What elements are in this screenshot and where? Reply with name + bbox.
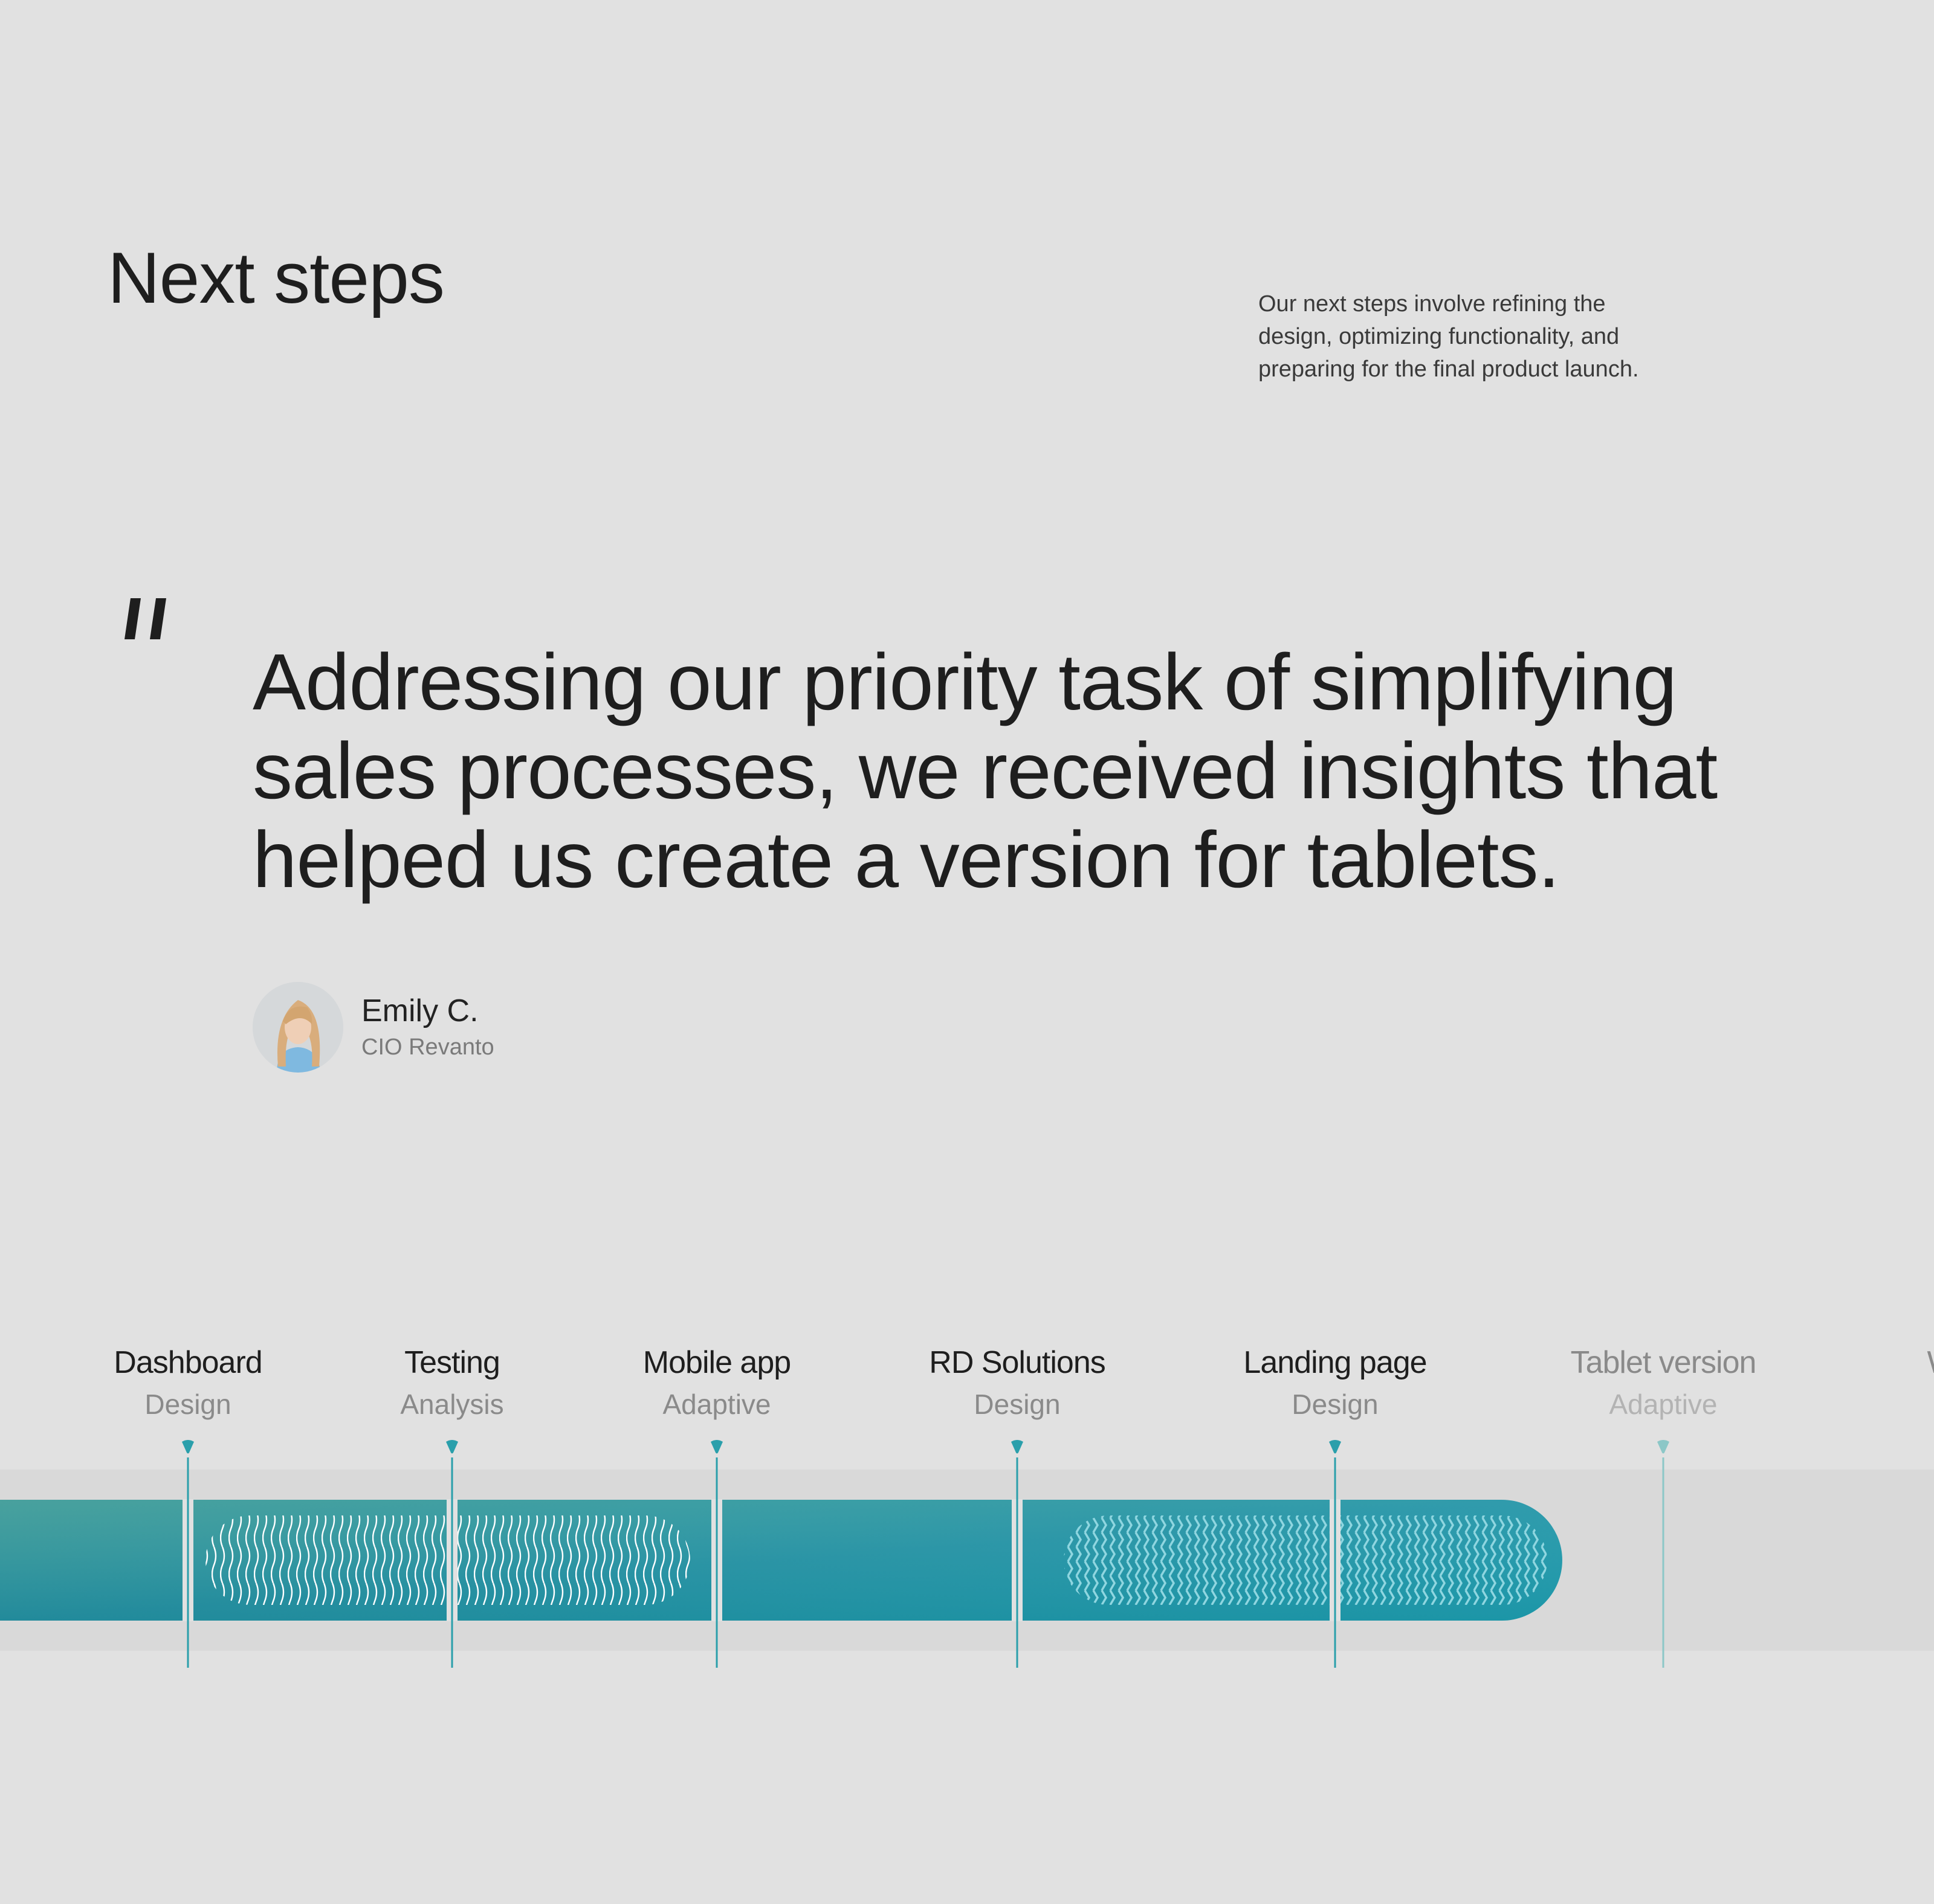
milestone-pin-icon — [1657, 1440, 1669, 1454]
quote-line: sales processes, we received insights th… — [253, 726, 1718, 815]
author-name: Emily C. — [361, 993, 479, 1028]
timeline — [0, 1440, 1934, 1668]
milestone-pin-icon — [1329, 1440, 1341, 1454]
milestone-pin-icon — [182, 1440, 194, 1454]
intro-line: design, optimizing functionality, and — [1258, 324, 1620, 349]
intro-text: Our next steps involve refining the desi… — [1258, 288, 1693, 386]
testimonial-quote: Addressing our priority task of simplify… — [253, 637, 1764, 904]
milestone-pin-icon — [1011, 1440, 1023, 1454]
milestone-pin-icon — [711, 1440, 723, 1454]
avatar — [253, 982, 343, 1073]
intro-line: Our next steps involve refining the — [1258, 291, 1606, 317]
testimonial-author: Emily C. CIO Revanto — [253, 982, 494, 1073]
author-role: CIO Revanto — [361, 1034, 494, 1060]
chevron-pattern — [1064, 1515, 1547, 1605]
milestone-pin-icon — [446, 1440, 458, 1454]
page-title: Next steps — [108, 237, 445, 318]
intro-line: preparing for the final product launch. — [1258, 357, 1639, 382]
quote-mark-icon — [125, 598, 166, 639]
quote-line: helped us create a version for tablets. — [253, 815, 1560, 904]
quote-line: Addressing our priority task of simplify… — [253, 637, 1677, 726]
avatar-portrait-icon — [253, 982, 343, 1073]
